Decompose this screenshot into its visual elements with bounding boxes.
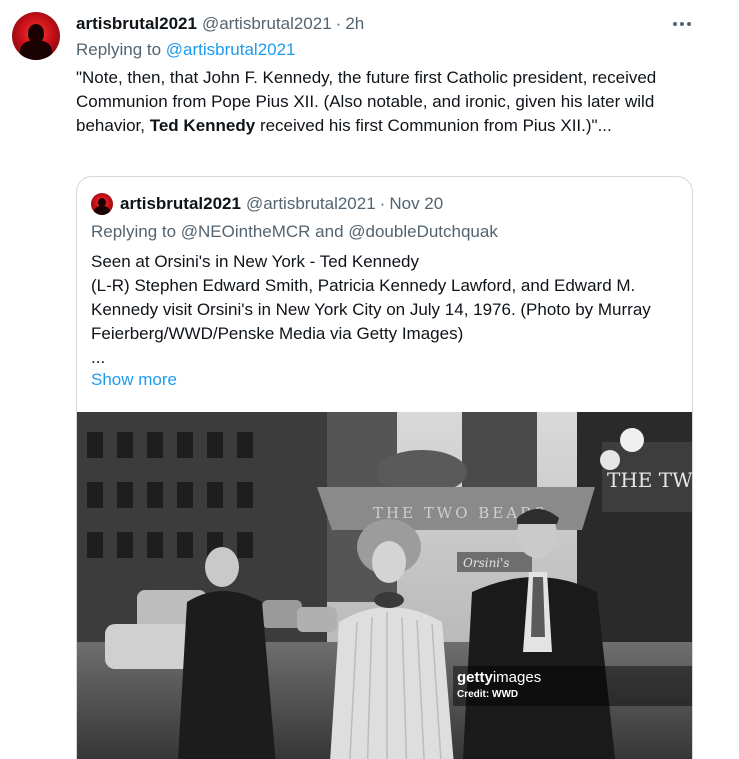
more-horizontal-icon [680,22,684,26]
parked-car [262,600,302,628]
watermark-credit: Credit: WWD [457,689,519,700]
man-tie [531,577,545,637]
avatar[interactable] [12,12,60,60]
show-more-link[interactable]: Show more [91,370,177,390]
tweet-text-part2: received his first Communion from Pius X… [255,116,612,135]
watermark-brand-bold: getty [457,669,493,686]
tweet-timestamp[interactable]: 2h [345,14,364,34]
restaurant-sign-text: Orsini's [463,556,510,570]
replying-to-line: Replying to @artisbrutal2021 [76,40,296,60]
quoted-replying-to: Replying to @NEOintheMCR and @doubleDutc… [91,222,498,241]
quoted-photo[interactable]: THE TWO BE THE TWO BEARS Orsini's [77,412,692,759]
separator-dot: · [335,14,342,33]
quoted-separator-dot: · [379,194,386,213]
woman-scarf [374,592,404,608]
quoted-timestamp: Nov 20 [389,194,444,213]
person-left-body [178,591,276,759]
quoted-avatar [91,193,113,215]
tweet-text: "Note, then, that John F. Kennedy, the f… [76,66,696,138]
parked-car [297,607,337,632]
quoted-display-name: artisbrutal2021 [120,194,241,213]
watermark-brand-rest: images [492,669,542,686]
getty-watermark: gettyimages Credit: WWD [453,666,692,706]
quoted-avatar-shoulders [94,206,110,215]
replying-to-prefix: Replying to [76,40,162,59]
lamp-globe [620,428,644,452]
replying-to-link[interactable]: @artisbrutal2021 [166,40,296,59]
display-name[interactable]: artisbrutal2021 [76,14,197,34]
lamp-globe [600,450,620,470]
street-scene-photo: THE TWO BE THE TWO BEARS Orsini's [77,412,692,759]
tweet[interactable]: artisbrutal2021 @artisbrutal2021 · 2h Re… [0,0,739,759]
avatar-shoulders [20,40,52,60]
tweet-header: artisbrutal2021 @artisbrutal2021 · 2h [76,13,364,35]
woman-face [372,541,406,583]
watermark-brand: gettyimages [457,669,541,686]
quoted-tweet[interactable]: artisbrutal2021 @artisbrutal2021 · Nov 2… [76,176,693,759]
quoted-text: Seen at Orsini's in New York - Ted Kenne… [91,252,651,367]
user-handle[interactable]: @artisbrutal2021 [202,14,332,34]
more-horizontal-icon [687,22,691,26]
more-horizontal-icon [673,22,677,26]
quoted-handle: @artisbrutal2021 [245,194,376,213]
quoted-header: artisbrutal2021 @artisbrutal2021 · Nov 2… [120,193,443,215]
more-options-button[interactable] [668,12,696,36]
person-left-head [205,547,239,587]
side-sign-text: THE TWO BE [607,468,692,492]
tweet-text-bold: Ted Kennedy [149,116,256,135]
